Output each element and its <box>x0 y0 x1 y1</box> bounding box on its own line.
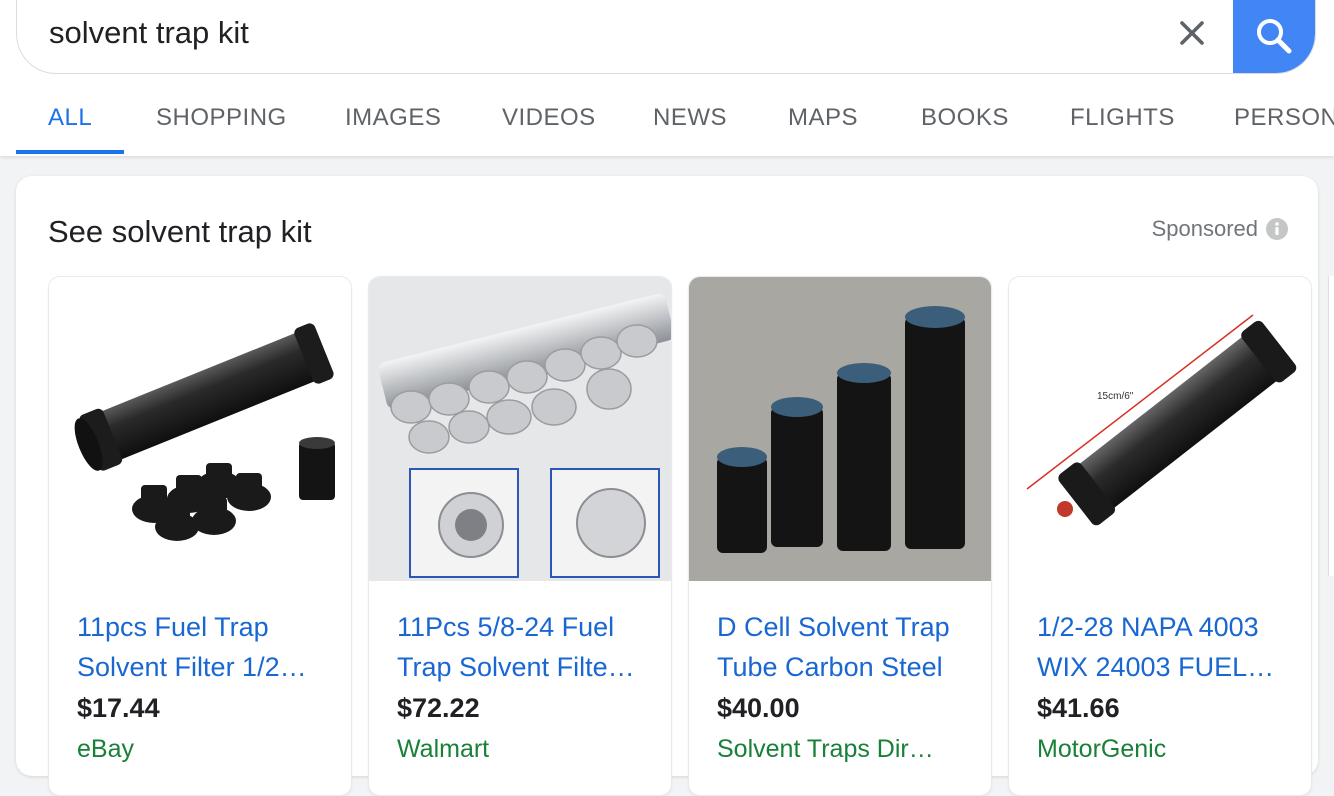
close-icon <box>1180 21 1204 45</box>
product-card[interactable]: 11pcs Fuel Trap Solvent Filter 1/2… $17.… <box>48 276 352 796</box>
search-box <box>16 0 1316 74</box>
product-price: $72.22 <box>397 693 480 723</box>
sponsored-text: Sponsored <box>1151 216 1258 241</box>
tab-books[interactable]: BOOKS <box>921 104 1009 132</box>
tab-shopping[interactable]: SHOPPING <box>156 104 287 132</box>
product-title[interactable]: 1/2-28 NAPA 4003 WIX 24003 FUEL… <box>1037 607 1297 687</box>
search-icon <box>1257 19 1292 54</box>
search-input[interactable] <box>49 12 1149 54</box>
active-tab-indicator <box>16 150 124 154</box>
search-button[interactable] <box>1233 0 1315 73</box>
product-title[interactable]: 11pcs Fuel Trap Solvent Filter 1/2… <box>77 607 337 687</box>
tab-images[interactable]: IMAGES <box>345 104 441 132</box>
info-icon[interactable] <box>1266 218 1288 240</box>
product-title[interactable]: D Cell Solvent Trap Tube Carbon Steel <box>717 607 977 687</box>
shopping-ads-panel: See solvent trap kit Sponsored 11pcs Fue… <box>16 176 1318 796</box>
product-price: $17.44 <box>77 693 160 723</box>
product-image <box>49 277 351 581</box>
tab-all[interactable]: ALL <box>48 104 92 132</box>
product-card[interactable]: 11Pcs 5/8-24 Fuel Trap Solvent Filte… $7… <box>368 276 672 796</box>
product-title[interactable]: 11Pcs 5/8-24 Fuel Trap Solvent Filte… <box>397 607 657 687</box>
clear-search-button[interactable] <box>1169 10 1215 56</box>
product-card[interactable]: D Cell Solvent Trap Tube Carbon Steel $4… <box>688 276 992 796</box>
top-bar: ALL SHOPPING IMAGES VIDEOS NEWS MAPS BOO… <box>0 0 1334 156</box>
tab-videos[interactable]: VIDEOS <box>502 104 596 132</box>
product-price: $40.00 <box>717 693 800 723</box>
search-tabs: ALL SHOPPING IMAGES VIDEOS NEWS MAPS BOO… <box>0 84 1334 156</box>
next-card-peek[interactable] <box>1328 276 1334 576</box>
sponsored-label[interactable]: Sponsored <box>1152 216 1288 242</box>
panel-title: See solvent trap kit <box>48 214 312 249</box>
product-image <box>689 277 991 581</box>
product-card[interactable]: 15cm/6" 1/2-28 NAPA 4003 WIX 24003 FUEL…… <box>1008 276 1312 796</box>
tab-maps[interactable]: MAPS <box>788 104 858 132</box>
tab-person[interactable]: PERSON <box>1234 104 1334 132</box>
tab-flights[interactable]: FLIGHTS <box>1070 104 1175 132</box>
tab-news[interactable]: NEWS <box>653 104 727 132</box>
dimension-label: 15cm/6" <box>1097 391 1134 402</box>
product-image: 15cm/6" <box>1009 277 1311 581</box>
product-image <box>369 277 671 581</box>
product-price: $41.66 <box>1037 693 1120 723</box>
